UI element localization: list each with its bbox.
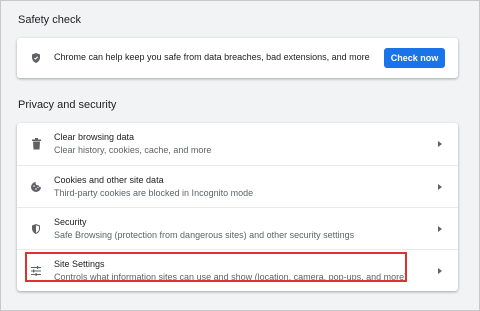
cookie-icon — [30, 181, 42, 193]
sliders-icon — [30, 265, 42, 277]
safety-check-message: Chrome can help keep you safe from data … — [54, 52, 370, 62]
cookies-subtitle: Third-party cookies are blocked in Incog… — [54, 188, 254, 198]
site-settings-subtitle: Controls what information sites can use … — [54, 272, 408, 282]
shield-check-icon — [30, 52, 42, 64]
chevron-right-icon — [438, 141, 442, 147]
trash-icon — [30, 138, 42, 150]
security-title: Security — [54, 217, 87, 227]
cookies-title: Cookies and other site data — [54, 175, 164, 185]
security-subtitle: Safe Browsing (protection from dangerous… — [54, 230, 355, 240]
chevron-right-icon — [438, 225, 442, 232]
check-now-button[interactable]: Check now — [384, 48, 445, 68]
privacy-security-heading: Privacy and security — [18, 99, 117, 111]
site-settings-row[interactable]: Site Settings Controls what information … — [17, 249, 458, 291]
shield-icon — [30, 223, 42, 235]
chevron-right-icon — [438, 267, 442, 274]
clear-browsing-data-row[interactable]: Clear browsing data Clear history, cooki… — [17, 123, 458, 165]
safety-check-heading: Safety check — [18, 14, 81, 26]
privacy-security-card: Clear browsing data Clear history, cooki… — [17, 123, 458, 291]
safety-check-card: Chrome can help keep you safe from data … — [17, 38, 458, 78]
site-settings-title: Site Settings — [54, 259, 105, 269]
clear-browsing-data-title: Clear browsing data — [54, 132, 135, 142]
cookies-row[interactable]: Cookies and other site data Third-party … — [17, 165, 458, 207]
chevron-right-icon — [438, 183, 442, 190]
clear-browsing-data-subtitle: Clear history, cookies, cache, and more — [54, 145, 212, 155]
security-row[interactable]: Security Safe Browsing (protection from … — [17, 207, 458, 249]
